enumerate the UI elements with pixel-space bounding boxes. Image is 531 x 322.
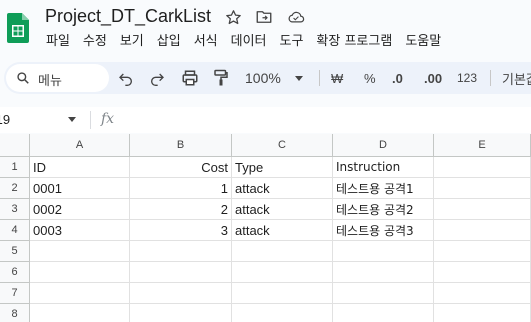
cell-c4[interactable]: attack xyxy=(232,220,333,241)
cell-d7[interactable] xyxy=(333,283,434,304)
cell-c3[interactable]: attack xyxy=(232,199,333,220)
menu-insert[interactable]: 삽입 xyxy=(157,30,181,49)
cell-a3[interactable]: 0002 xyxy=(30,199,130,220)
cell-d6[interactable] xyxy=(333,262,434,283)
menu-format[interactable]: 서식 xyxy=(194,30,218,49)
row-header-7[interactable]: 7 xyxy=(0,283,30,304)
cell-e7[interactable] xyxy=(434,283,531,304)
column-header-b[interactable]: B xyxy=(130,134,232,157)
column-header-d[interactable]: D xyxy=(333,134,434,157)
cell-b5[interactable] xyxy=(130,241,232,262)
column-header-e[interactable]: E xyxy=(434,134,531,157)
menu-view[interactable]: 보기 xyxy=(120,30,144,49)
chevron-down-icon[interactable] xyxy=(68,117,76,122)
sheets-app: Project_DT_CarkList 파일 수정 보기 삽입 서식 데이터 도… xyxy=(0,0,531,322)
cell-c8[interactable] xyxy=(232,304,333,322)
menu-extensions[interactable]: 확장 프로그램 xyxy=(316,30,392,49)
zoom-value: 100% xyxy=(245,70,281,86)
cell-b3[interactable]: 2 xyxy=(130,199,232,220)
cell-a5[interactable] xyxy=(30,241,130,262)
menu-help[interactable]: 도움말 xyxy=(405,30,441,49)
cell-d5[interactable] xyxy=(333,241,434,262)
sheets-logo-icon[interactable] xyxy=(7,13,29,43)
menu-edit[interactable]: 수정 xyxy=(83,30,107,49)
cell-b4[interactable]: 3 xyxy=(130,220,232,241)
column-header-c[interactable]: C xyxy=(232,134,333,157)
cell-c7[interactable] xyxy=(232,283,333,304)
cell-c2[interactable]: attack xyxy=(232,178,333,199)
menu-tools[interactable]: 도구 xyxy=(280,30,304,49)
increase-decimal-button[interactable]: .00 xyxy=(424,68,442,88)
cell-b8[interactable] xyxy=(130,304,232,322)
cell-e8[interactable] xyxy=(434,304,531,322)
print-icon[interactable] xyxy=(180,68,200,88)
cell-c1[interactable]: Type xyxy=(232,157,333,178)
toolbar: 메뉴 100% ₩ % .0 .00 123 기본값 xyxy=(0,62,531,94)
select-all-corner[interactable] xyxy=(0,134,30,157)
row-header-6[interactable]: 6 xyxy=(0,262,30,283)
decrease-decimal-button[interactable]: .0 xyxy=(392,68,403,88)
cloud-status-icon[interactable] xyxy=(287,8,305,26)
fx-icon: fx xyxy=(101,111,115,127)
document-title[interactable]: Project_DT_CarkList xyxy=(45,6,211,27)
formula-divider xyxy=(90,111,91,129)
title-bar: Project_DT_CarkList 파일 수정 보기 삽입 서식 데이터 도… xyxy=(0,0,531,56)
row-header-2[interactable]: 2 xyxy=(0,178,30,199)
cell-a8[interactable] xyxy=(30,304,130,322)
font-select[interactable]: 기본값 xyxy=(502,68,531,88)
menu-search-label: 메뉴 xyxy=(38,74,62,89)
cell-e4[interactable] xyxy=(434,220,531,241)
cell-b6[interactable] xyxy=(130,262,232,283)
cell-d8[interactable] xyxy=(333,304,434,322)
cell-d1[interactable]: Instruction xyxy=(333,157,434,178)
row-header-4[interactable]: 4 xyxy=(0,220,30,241)
paint-format-icon[interactable] xyxy=(212,68,230,88)
spreadsheet-grid: A B C D E 1 ID Cost Type Instruction 2 0001 1 attack 테… xyxy=(0,134,531,322)
undo-icon[interactable] xyxy=(117,68,135,88)
zoom-select[interactable]: 100% xyxy=(245,68,303,88)
cell-e6[interactable] xyxy=(434,262,531,283)
cell-c5[interactable] xyxy=(232,241,333,262)
cell-a1[interactable]: ID xyxy=(30,157,130,178)
cell-e1[interactable] xyxy=(434,157,531,178)
toolbar-divider xyxy=(319,70,320,86)
cell-a4[interactable]: 0003 xyxy=(30,220,130,241)
row-header-8[interactable]: 8 xyxy=(0,304,30,322)
cell-b2[interactable]: 1 xyxy=(130,178,232,199)
cell-d3[interactable]: 테스트용 공격2 xyxy=(333,199,434,220)
formula-bar: I19 fx xyxy=(0,107,531,133)
number-format-button[interactable]: 123 xyxy=(457,68,477,88)
menu-data[interactable]: 데이터 xyxy=(231,30,267,49)
search-icon xyxy=(17,72,29,84)
menu-bar: 파일 수정 보기 삽입 서식 데이터 도구 확장 프로그램 도움말 xyxy=(46,30,454,49)
star-icon[interactable] xyxy=(224,8,242,26)
move-folder-icon[interactable] xyxy=(255,8,273,26)
column-header-a[interactable]: A xyxy=(30,134,130,157)
redo-icon[interactable] xyxy=(148,68,166,88)
menu-file[interactable]: 파일 xyxy=(46,30,70,49)
cell-a2[interactable]: 0001 xyxy=(30,178,130,199)
cell-d2[interactable]: 테스트용 공격1 xyxy=(333,178,434,199)
cell-e2[interactable] xyxy=(434,178,531,199)
row-header-3[interactable]: 3 xyxy=(0,199,30,220)
cell-b7[interactable] xyxy=(130,283,232,304)
row-header-1[interactable]: 1 xyxy=(0,157,30,178)
toolbar-divider xyxy=(490,70,491,86)
cell-a7[interactable] xyxy=(30,283,130,304)
cell-e3[interactable] xyxy=(434,199,531,220)
chevron-down-icon xyxy=(294,75,303,81)
cell-e5[interactable] xyxy=(434,241,531,262)
cell-a6[interactable] xyxy=(30,262,130,283)
cell-b1[interactable]: Cost xyxy=(130,157,232,178)
cell-d4[interactable]: 테스트용 공격3 xyxy=(333,220,434,241)
menu-search[interactable]: 메뉴 xyxy=(6,64,109,92)
cell-c6[interactable] xyxy=(232,262,333,283)
percent-format-button[interactable]: % xyxy=(364,68,376,88)
currency-format-button[interactable]: ₩ xyxy=(331,68,343,88)
name-box[interactable]: I19 xyxy=(0,112,10,127)
row-header-5[interactable]: 5 xyxy=(0,241,30,262)
